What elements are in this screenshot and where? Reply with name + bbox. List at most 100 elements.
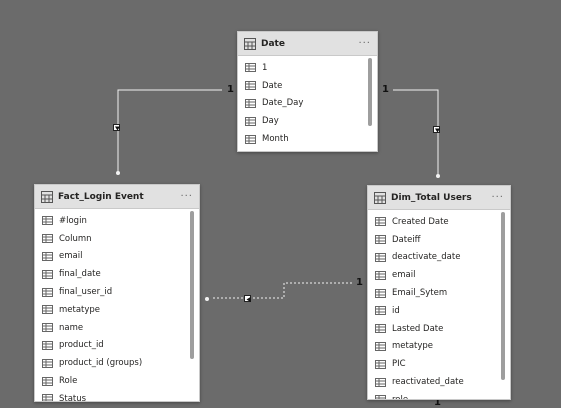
column-icon [42, 340, 53, 350]
field-row[interactable]: 1 [238, 59, 377, 77]
field-name: Email_Sytem [392, 288, 448, 299]
many-endpoint-dot [436, 174, 440, 178]
field-row[interactable]: deactivate_date [368, 249, 510, 267]
field-name: Created Date [392, 216, 449, 227]
field-name: role [392, 394, 409, 400]
filter-direction-left-icon [244, 295, 251, 302]
column-icon [245, 81, 256, 91]
many-endpoint-dot [116, 171, 120, 175]
column-icon [375, 288, 386, 298]
field-row[interactable]: Email_Sytem [368, 284, 510, 302]
dim-total-users-table-card[interactable]: Dim_Total Users ··· Created Date Dateiff… [367, 185, 511, 400]
field-row[interactable]: name [35, 319, 199, 337]
field-name: Column [59, 233, 92, 244]
scrollbar[interactable] [501, 212, 505, 380]
dim-table-title: Dim_Total Users [391, 192, 472, 203]
more-options-icon[interactable]: ··· [180, 191, 193, 202]
field-name: #login [59, 215, 87, 226]
column-icon [42, 358, 53, 368]
date-table-header[interactable]: Date ··· [238, 32, 377, 56]
column-icon [42, 234, 53, 244]
field-name: email [59, 251, 83, 262]
field-name: id [392, 305, 400, 316]
column-icon [42, 251, 53, 261]
table-icon [244, 37, 256, 50]
table-icon [41, 190, 53, 203]
column-icon [375, 377, 386, 387]
field-name: Role [59, 376, 78, 387]
relationship-line-date-fact [117, 89, 222, 172]
field-name: name [59, 322, 84, 333]
column-icon [375, 306, 386, 316]
field-name: product_id [59, 340, 104, 351]
filter-direction-down-icon [113, 124, 120, 131]
column-icon [375, 235, 386, 245]
field-row[interactable]: final_user_id [35, 283, 199, 301]
field-row[interactable]: id [368, 302, 510, 320]
column-icon [42, 269, 53, 279]
dim-field-list: Created Date Dateiff deactivate_date ema… [368, 210, 510, 400]
field-row[interactable]: email [35, 248, 199, 266]
field-name: product_id (groups) [59, 358, 143, 369]
cardinality-dim-left: 1 [356, 277, 363, 288]
fact-login-event-table-card[interactable]: Fact_Login Event ··· #login Column email… [34, 184, 200, 402]
field-name: metatype [59, 304, 101, 315]
field-row[interactable]: metatype [35, 301, 199, 319]
field-row[interactable]: product_id [35, 337, 199, 355]
scrollbar[interactable] [368, 58, 372, 126]
field-name: reactivated_date [392, 377, 464, 388]
field-name: Status [59, 393, 87, 402]
column-icon [245, 98, 256, 108]
column-icon [375, 324, 386, 334]
column-icon [375, 217, 386, 227]
many-endpoint-dot [205, 297, 209, 301]
dim-table-header[interactable]: Dim_Total Users ··· [368, 186, 510, 210]
field-name: PIC [392, 359, 406, 370]
field-name: Day [262, 116, 279, 127]
field-row[interactable]: Date [238, 77, 377, 95]
column-icon [42, 394, 53, 401]
column-icon [375, 359, 386, 369]
column-icon [42, 287, 53, 297]
model-canvas[interactable]: 1 1 1 1 Date ··· 1 Date Date_Day Day Mon… [0, 0, 561, 408]
field-row[interactable]: Status [35, 390, 199, 402]
column-icon [245, 63, 256, 73]
more-options-icon[interactable]: ··· [491, 192, 504, 203]
field-row[interactable]: PIC [368, 355, 510, 373]
field-row[interactable]: final_date [35, 265, 199, 283]
field-row[interactable]: reactivated_date [368, 373, 510, 391]
field-name: Dateiff [392, 234, 421, 245]
field-row[interactable]: Column [35, 230, 199, 248]
field-row[interactable]: Dateiff [368, 231, 510, 249]
column-icon [375, 395, 386, 399]
fact-table-header[interactable]: Fact_Login Event ··· [35, 185, 199, 209]
date-table-card[interactable]: Date ··· 1 Date Date_Day Day Month [237, 31, 378, 152]
field-row[interactable]: email [368, 266, 510, 284]
field-row[interactable]: Date_Day [238, 95, 377, 113]
field-name: metatype [392, 341, 434, 352]
field-row[interactable]: Day [238, 112, 377, 130]
field-row[interactable]: product_id (groups) [35, 354, 199, 372]
field-name: final_user_id [59, 287, 113, 298]
field-name: final_date [59, 269, 101, 280]
column-icon [42, 376, 53, 386]
field-row[interactable]: Month [238, 130, 377, 148]
table-icon [374, 191, 386, 204]
cardinality-date-right: 1 [382, 84, 389, 95]
date-table-title: Date [261, 38, 285, 49]
more-options-icon[interactable]: ··· [358, 38, 371, 49]
scrollbar[interactable] [190, 211, 194, 359]
field-row[interactable]: Role [35, 372, 199, 390]
filter-direction-down-icon [433, 126, 440, 133]
field-row[interactable]: #login [35, 212, 199, 230]
field-row[interactable]: Created Date [368, 213, 510, 231]
column-icon [245, 134, 256, 144]
column-icon [42, 323, 53, 333]
column-icon [42, 216, 53, 226]
field-row[interactable]: role [368, 391, 510, 400]
field-row[interactable]: metatype [368, 338, 510, 356]
field-row[interactable]: Lasted Date [368, 320, 510, 338]
field-name: Date [262, 80, 283, 91]
column-icon [375, 341, 386, 351]
field-name: Month [262, 134, 289, 145]
